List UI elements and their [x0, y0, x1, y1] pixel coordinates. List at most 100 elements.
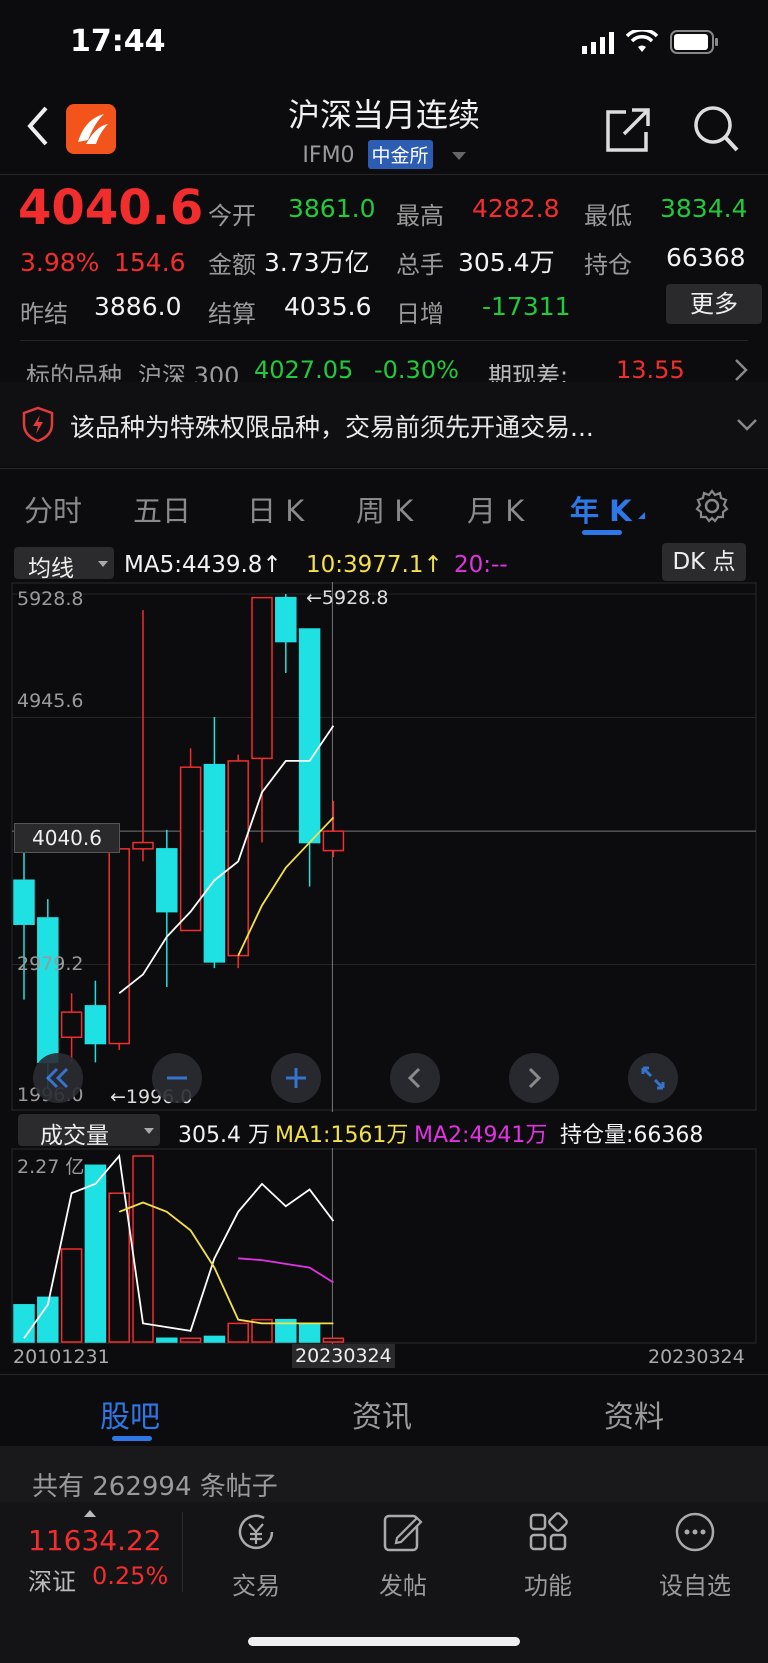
gear-icon	[695, 489, 729, 523]
oi-label: 持仓	[584, 251, 632, 279]
date-start: 20101231	[13, 1346, 110, 1368]
tab-profile[interactable]: 资料	[604, 1392, 664, 1436]
daily-inc-label: 日增	[396, 300, 444, 328]
ma20-readout: 20:--	[454, 552, 508, 578]
volume-ma2-line	[238, 1257, 334, 1284]
chevron-left-icon	[407, 1067, 421, 1089]
watchlist-icon	[675, 1512, 715, 1552]
more-button[interactable]: 更多	[666, 284, 762, 324]
y-axis-label-3: 2979.2	[17, 953, 84, 975]
underlying-price: 4027.05	[254, 356, 354, 384]
chart-settings-button[interactable]	[694, 488, 730, 528]
dropdown-icon	[451, 152, 466, 160]
indicator-select[interactable]: 均线	[14, 547, 114, 582]
high-label: 最高	[396, 202, 444, 230]
dropdown-icon	[98, 561, 108, 567]
chevron-right-icon	[528, 1067, 542, 1089]
volume-bar	[156, 1337, 178, 1343]
volume-bar	[108, 1192, 130, 1343]
tab-news[interactable]: 资讯	[352, 1392, 412, 1436]
change-pct: 3.98%	[20, 248, 100, 277]
settle-label: 结算	[208, 300, 256, 328]
low-label: 最低	[584, 202, 632, 230]
index-ticker[interactable]: 11634.22 深证 0.25%	[0, 1502, 182, 1612]
candle-body	[108, 848, 130, 1045]
chevron-right-icon	[735, 359, 748, 381]
volume-bar	[132, 1155, 154, 1343]
candle-body	[275, 596, 297, 643]
active-tab-indicator	[582, 530, 622, 535]
zoom-out-button[interactable]	[152, 1053, 202, 1103]
search-icon	[694, 106, 739, 152]
tab-forum[interactable]: 股吧	[100, 1392, 160, 1436]
page-title: 沪深当月连续	[287, 96, 480, 134]
contract-code: IFM0	[302, 143, 355, 168]
y-axis-label-top: 5928.8	[17, 588, 84, 610]
zoom-to-start-button[interactable]	[33, 1053, 83, 1103]
last-price: 4040.6	[18, 180, 204, 236]
shield-warning-icon	[22, 406, 54, 442]
volume-bar	[203, 1335, 226, 1343]
date-cursor: 20230324	[292, 1344, 395, 1368]
nav-function[interactable]: 功能	[493, 1510, 603, 1601]
share-icon	[606, 108, 650, 152]
indicator-select-label: 均线	[28, 556, 74, 582]
candle-body	[298, 628, 321, 844]
search-button[interactable]	[692, 104, 740, 158]
open-value: 3861.0	[288, 194, 376, 223]
chevron-down-icon	[737, 419, 757, 431]
dk-point-button[interactable]: DK 点	[662, 543, 746, 581]
nav-trade[interactable]: 交易	[201, 1510, 311, 1601]
open-label: 今开	[208, 202, 256, 230]
dropdown-icon	[144, 1128, 154, 1134]
volume-ma2-readout: MA2:4941万	[414, 1123, 548, 1148]
volume-bar	[84, 1164, 107, 1343]
minus-icon	[167, 1076, 187, 1080]
nav-trade-label: 交易	[232, 1572, 280, 1600]
status-time: 17:44	[70, 24, 166, 59]
ma10-readout: 10:3977.1↑	[306, 552, 443, 578]
index-pct: 0.25%	[92, 1562, 169, 1590]
high-marker: ←5928.8	[306, 587, 389, 609]
contract-selector[interactable]: IFM0 中金所	[0, 140, 768, 169]
volume-select-label: 成交量	[40, 1123, 109, 1149]
amount-label: 金额	[208, 251, 256, 279]
index-name: 深证	[28, 1568, 76, 1596]
post-count-bar: 共有 262994 条帖子	[0, 1446, 768, 1502]
candle-body	[60, 1011, 83, 1039]
expand-icon	[641, 1066, 665, 1090]
function-icon	[529, 1512, 568, 1551]
zoom-in-button[interactable]	[271, 1053, 321, 1103]
candle-body	[322, 830, 345, 852]
permission-notice[interactable]: 该品种为特殊权限品种，交易前须先开通交易...	[0, 382, 768, 466]
volume-label: 总手	[396, 251, 444, 279]
tab-corner-icon	[638, 512, 645, 519]
volume-y-label: 2.27 亿	[17, 1156, 85, 1178]
prev-settle-value: 3886.0	[94, 292, 182, 321]
nav-post[interactable]: 发帖	[348, 1510, 458, 1601]
volume-indicator-select[interactable]: 成交量	[18, 1114, 160, 1149]
tab-daily-k[interactable]: 日 K	[247, 488, 304, 530]
change-abs: 154.6	[114, 248, 186, 277]
volume-readout: 305.4 万	[178, 1123, 270, 1148]
tab-weekly-k[interactable]: 周 K	[356, 488, 413, 530]
notice-text: 该品种为特殊权限品种，交易前须先开通交易...	[70, 413, 594, 442]
fullscreen-button[interactable]	[628, 1053, 678, 1103]
candle-body	[156, 848, 178, 913]
cellular-signal-icon	[582, 32, 616, 58]
tab-monthly-k[interactable]: 月 K	[467, 488, 524, 530]
tab-five-day[interactable]: 五日	[133, 488, 191, 530]
trade-icon	[238, 1514, 274, 1550]
candle-body	[132, 841, 154, 850]
move-left-button[interactable]	[390, 1053, 440, 1103]
volume-chart[interactable]	[0, 1148, 768, 1344]
content-tab-indicator	[112, 1436, 152, 1441]
move-right-button[interactable]	[509, 1053, 559, 1103]
nav-watchlist[interactable]: 设自选	[640, 1510, 750, 1601]
candle-body	[227, 760, 249, 957]
tab-yearly-k[interactable]: 年 K	[570, 488, 632, 530]
share-button[interactable]	[604, 106, 652, 158]
tab-intraday[interactable]: 分时	[24, 488, 82, 530]
double-chevron-left-icon	[45, 1067, 69, 1089]
post-icon	[383, 1514, 423, 1552]
